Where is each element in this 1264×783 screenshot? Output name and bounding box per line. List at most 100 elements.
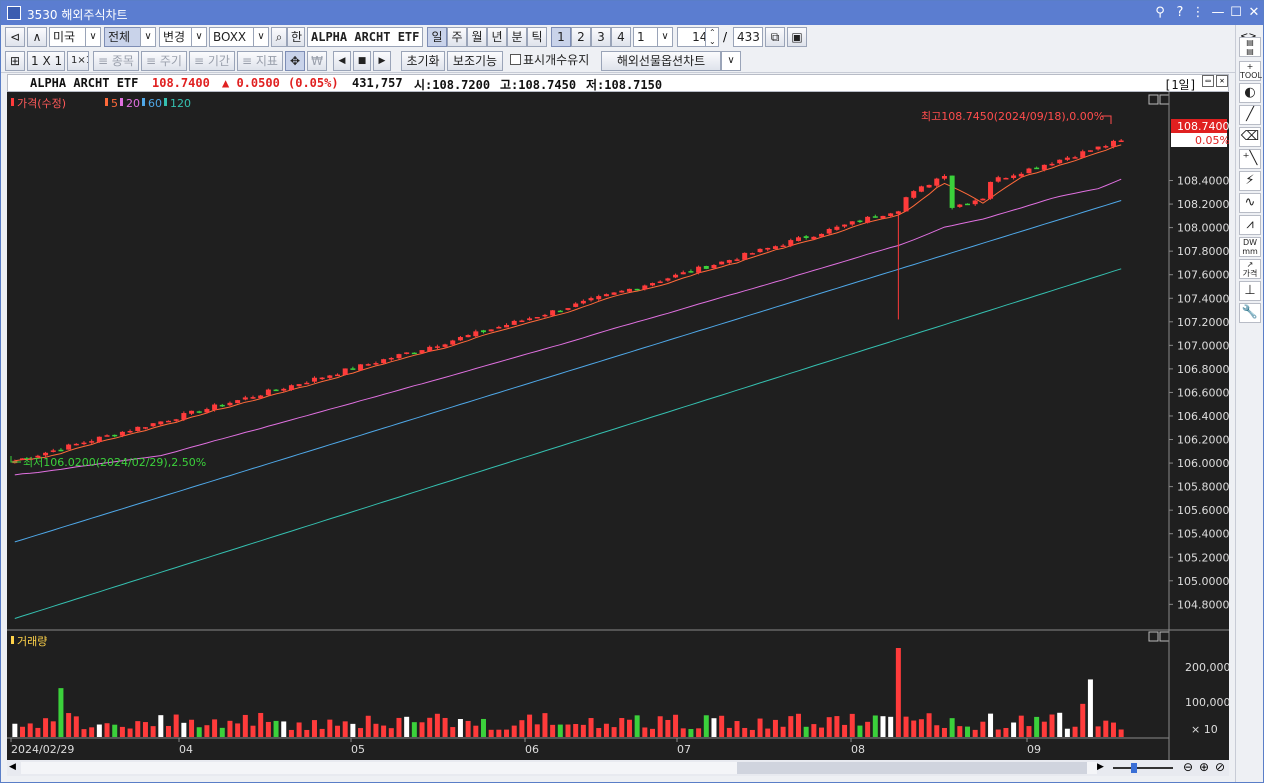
help-icon[interactable]: ?	[1171, 4, 1189, 22]
vol-pane-restore-icon[interactable]	[1148, 631, 1159, 642]
prev-icon[interactable]: ◀	[333, 51, 351, 71]
restore-icon[interactable]: ▭	[1202, 75, 1214, 87]
x-tick-label: 07	[677, 743, 691, 756]
layout-alt-button[interactable]: 1×1	[67, 51, 89, 71]
volume-bar	[258, 712, 264, 737]
count-button-4[interactable]: 4	[611, 27, 631, 47]
scroll-right-icon[interactable]: ▶	[1097, 762, 1104, 772]
candle-body	[619, 290, 625, 293]
scroll-left-icon[interactable]: ◀	[9, 762, 16, 772]
period-tab-2[interactable]: 월	[467, 27, 487, 47]
add-line-icon[interactable]: ⁺╲	[1239, 149, 1261, 169]
candle-body	[465, 335, 471, 338]
period-tab-4[interactable]: 분	[507, 27, 527, 47]
chart-area[interactable]: 가격(수정) 5 20 60 120 거래량 108.4000 108.2000…	[7, 92, 1229, 760]
count-button-3[interactable]: 3	[591, 27, 611, 47]
tool-icon[interactable]: + TOOL	[1239, 61, 1262, 81]
chevron-down-icon[interactable]: ∨	[85, 27, 101, 47]
wave-icon[interactable]: ∿	[1239, 193, 1261, 213]
volume-bar	[219, 727, 225, 737]
candle-body	[411, 352, 417, 355]
candle-body	[703, 265, 709, 269]
close-icon[interactable]: ✕	[1245, 4, 1263, 22]
period-tab-3[interactable]: 년	[487, 27, 507, 47]
volume-tick-label: 100,000	[1185, 696, 1229, 709]
y-tick-label: 108.4000	[1177, 175, 1229, 188]
count-button-2[interactable]: 2	[571, 27, 591, 47]
trend-icon[interactable]: ⚡	[1239, 171, 1261, 191]
period-tab-5[interactable]: 틱	[527, 27, 547, 47]
period-button[interactable]: ≡ 기간	[189, 51, 235, 71]
vol-pane-close-icon[interactable]	[1159, 631, 1170, 642]
chevron-down-icon[interactable]: ∨	[657, 27, 673, 47]
eraser-icon[interactable]: ⌫	[1239, 127, 1261, 147]
grid-icon[interactable]: ⊞	[5, 51, 25, 71]
open-window-icon[interactable]: ⧉	[765, 27, 785, 47]
zoom-out-icon[interactable]: ⊖	[1183, 760, 1193, 774]
korean-search-button[interactable]: 한	[287, 27, 305, 47]
period-tab-0[interactable]: 일	[427, 27, 447, 47]
price-tool-icon[interactable]: ↗ 가격	[1239, 259, 1261, 279]
wrench-icon[interactable]: 🔧	[1239, 303, 1261, 323]
next-icon[interactable]: ▶	[373, 51, 391, 71]
futures-options-chart-button[interactable]: 해외선물옵션차트	[601, 51, 721, 71]
chevron-down-icon[interactable]: ∨	[140, 27, 156, 47]
chart-type-icon[interactable]: ▤ ▤	[1239, 37, 1261, 57]
zoom-slider-thumb[interactable]	[1131, 763, 1137, 773]
pane-restore-icon[interactable]	[1148, 94, 1159, 105]
move-icon[interactable]: ✥	[285, 51, 305, 71]
zoom-reset-icon[interactable]: ⊘	[1215, 760, 1225, 774]
volume-bar	[519, 720, 525, 737]
volume-bar	[311, 720, 317, 737]
item-button[interactable]: ≡ 종목	[93, 51, 139, 71]
link-icon[interactable]: ⚲	[1151, 4, 1169, 22]
menu-icon[interactable]: ⋮	[1189, 4, 1207, 22]
cycle-button[interactable]: ≡ 주기	[141, 51, 187, 71]
bottom-line-icon[interactable]: ⊥	[1239, 281, 1261, 301]
pane-close-icon[interactable]	[1159, 94, 1170, 105]
candle-body	[757, 248, 763, 253]
dw-icon[interactable]: DW mm	[1239, 237, 1261, 257]
reset-button[interactable]: 초기화	[401, 51, 445, 71]
chevron-down-icon[interactable]: ∨	[253, 27, 269, 47]
bottom-scrollbar[interactable]: ◀ ▶ ⊖ ⊕ ⊘	[7, 760, 1229, 776]
zoom-slider[interactable]	[1113, 767, 1173, 769]
pattern-icon[interactable]: ⩘	[1239, 215, 1261, 235]
period-tab-1[interactable]: 주	[447, 27, 467, 47]
up-arrow-icon[interactable]: ∧	[27, 27, 47, 47]
close-icon[interactable]: ✕	[1216, 75, 1228, 87]
scroll-thumb[interactable]	[737, 762, 1087, 774]
candle-body	[204, 409, 210, 413]
zoom-in-icon[interactable]: ⊕	[1199, 760, 1209, 774]
save-icon[interactable]: ▣	[787, 27, 807, 47]
indicator-button[interactable]: ≡ 지표	[237, 51, 283, 71]
candle-body	[265, 389, 271, 396]
candle-body	[112, 434, 118, 437]
minimize-icon[interactable]: —	[1209, 4, 1227, 22]
aux-function-button[interactable]: 보조기능	[447, 51, 503, 71]
candle-body	[158, 421, 164, 425]
candle-body	[319, 377, 325, 380]
candle-body	[73, 443, 79, 446]
contrast-icon[interactable]: ◐	[1239, 83, 1261, 103]
maximize-icon[interactable]: ☐	[1227, 4, 1245, 22]
candle-body	[680, 272, 686, 275]
scope-select[interactable]: 전체	[104, 27, 142, 47]
chevron-down-icon[interactable]: ∨	[721, 51, 741, 71]
currency-button[interactable]: ₩	[307, 51, 327, 71]
chevron-down-icon[interactable]: ∨	[191, 27, 207, 47]
spinner-icon[interactable]: ⌃ ⌄	[705, 27, 719, 47]
volume-bar	[550, 724, 556, 737]
keep-count-checkbox[interactable]: 표시개수유지	[507, 51, 599, 71]
count-button-1[interactable]: 1	[551, 27, 571, 47]
candle-body	[127, 430, 133, 433]
volume-bar	[1057, 712, 1063, 737]
stop-icon[interactable]: ■	[353, 51, 371, 71]
layout-button[interactable]: 1 X 1	[27, 51, 65, 71]
line-tool-icon[interactable]: ╱	[1239, 105, 1261, 125]
link-group-button[interactable]: ⊲	[5, 27, 25, 47]
price-volume-chart[interactable]: 가격(수정) 5 20 60 120 거래량 108.4000108.20001…	[7, 92, 1229, 760]
search-icon[interactable]: ⌕	[271, 27, 287, 47]
last-pct-text: 0.05%	[1195, 134, 1229, 147]
legend-price-swatch	[11, 98, 14, 106]
